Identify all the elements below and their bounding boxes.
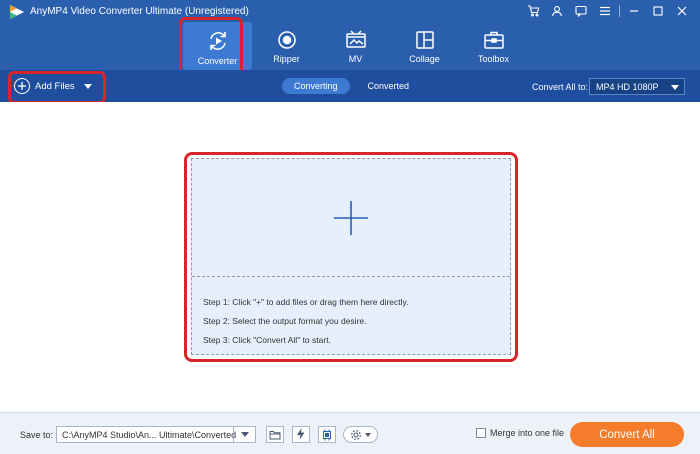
- converter-icon: [209, 32, 226, 50]
- nav-mv-label: MV: [348, 54, 363, 64]
- plus-icon: [334, 200, 368, 235]
- hardware-accel-off-button[interactable]: [292, 426, 310, 443]
- collage-icon: [415, 31, 434, 49]
- step-3-text: Step 3: Click "Convert All" to start.: [203, 335, 331, 345]
- app-title: AnyMP4 Video Converter Ultimate (Unregis…: [30, 6, 249, 17]
- gear-icon: [351, 429, 361, 440]
- save-path-dropdown[interactable]: [233, 427, 255, 442]
- settings-button[interactable]: [343, 426, 378, 443]
- output-format-value: MP4 HD 1080P: [596, 81, 659, 92]
- converter-toolbar: Add Files Converting Converted Convert A…: [0, 70, 700, 102]
- add-files-button[interactable]: Add Files: [14, 76, 92, 96]
- main-nav: Converter Ripper MV Collage Toolbox: [183, 22, 528, 70]
- chevron-down-icon: [671, 85, 679, 90]
- window-controls-divider: [619, 5, 620, 17]
- close-icon[interactable]: [670, 2, 694, 20]
- gpu-chip-icon: [323, 429, 331, 440]
- user-icon[interactable]: [545, 2, 569, 20]
- nav-toolbox-label: Toolbox: [477, 54, 510, 64]
- nav-ripper[interactable]: Ripper: [252, 22, 321, 70]
- save-to-label: Save to:: [20, 430, 54, 440]
- step-1-text: Step 1: Click "+" to add files or drag t…: [203, 297, 409, 307]
- step-2-text: Step 2: Select the output format you des…: [203, 316, 367, 326]
- tab-converting[interactable]: Converting: [282, 78, 350, 94]
- open-folder-button[interactable]: [266, 426, 284, 443]
- save-path-field[interactable]: C:\AnyMP4 Studio\An... Ultimate\Converte…: [56, 426, 256, 443]
- tab-converted[interactable]: Converted: [356, 78, 422, 94]
- gpu-accel-on-button[interactable]: [318, 426, 336, 443]
- converter-tabs: Converting Converted: [282, 78, 421, 94]
- merge-label: Merge into one file: [490, 428, 565, 438]
- merge-checkbox[interactable]: [476, 428, 486, 438]
- convert-all-to-label: Convert All to:: [532, 82, 589, 92]
- cart-icon[interactable]: [521, 2, 545, 20]
- bottom-bar: Save to: C:\AnyMP4 Studio\An... Ultimate…: [0, 412, 700, 454]
- ripper-icon: [277, 31, 296, 49]
- toolbox-icon: [483, 31, 504, 49]
- nav-collage-label: Collage: [409, 54, 440, 64]
- drop-zone[interactable]: Step 1: Click "+" to add files or drag t…: [191, 158, 511, 355]
- anymp4-play-logo-icon: [10, 5, 24, 19]
- menu-icon[interactable]: [593, 2, 617, 20]
- convert-all-button[interactable]: Convert All: [570, 422, 684, 447]
- add-file-target[interactable]: [192, 159, 510, 277]
- chevron-down-icon[interactable]: [83, 83, 92, 89]
- nav-converter[interactable]: Converter: [183, 22, 252, 70]
- chevron-down-icon: [365, 432, 371, 437]
- add-circle-icon: [14, 78, 30, 94]
- save-path-value: C:\AnyMP4 Studio\An... Ultimate\Converte…: [62, 429, 237, 440]
- chevron-down-icon: [240, 432, 249, 437]
- window-controls: [521, 2, 694, 20]
- nav-mv[interactable]: MV: [321, 22, 390, 70]
- output-format-select[interactable]: MP4 HD 1080P: [589, 78, 685, 95]
- folder-icon: [269, 430, 281, 439]
- merge-option[interactable]: Merge into one file: [476, 428, 564, 438]
- nav-ripper-label: Ripper: [273, 54, 300, 64]
- add-files-label: Add Files: [35, 80, 75, 92]
- mv-icon: [345, 30, 366, 48]
- title-bar: AnyMP4 Video Converter Ultimate (Unregis…: [0, 0, 700, 70]
- maximize-icon[interactable]: [646, 2, 670, 20]
- minimize-icon[interactable]: [622, 2, 646, 20]
- nav-collage[interactable]: Collage: [390, 22, 459, 70]
- instruction-steps: Step 1: Click "+" to add files or drag t…: [203, 293, 409, 350]
- chat-icon[interactable]: [569, 2, 593, 20]
- lightning-off-icon: [297, 428, 305, 440]
- nav-converter-label: Converter: [197, 56, 238, 66]
- nav-toolbox[interactable]: Toolbox: [459, 22, 528, 70]
